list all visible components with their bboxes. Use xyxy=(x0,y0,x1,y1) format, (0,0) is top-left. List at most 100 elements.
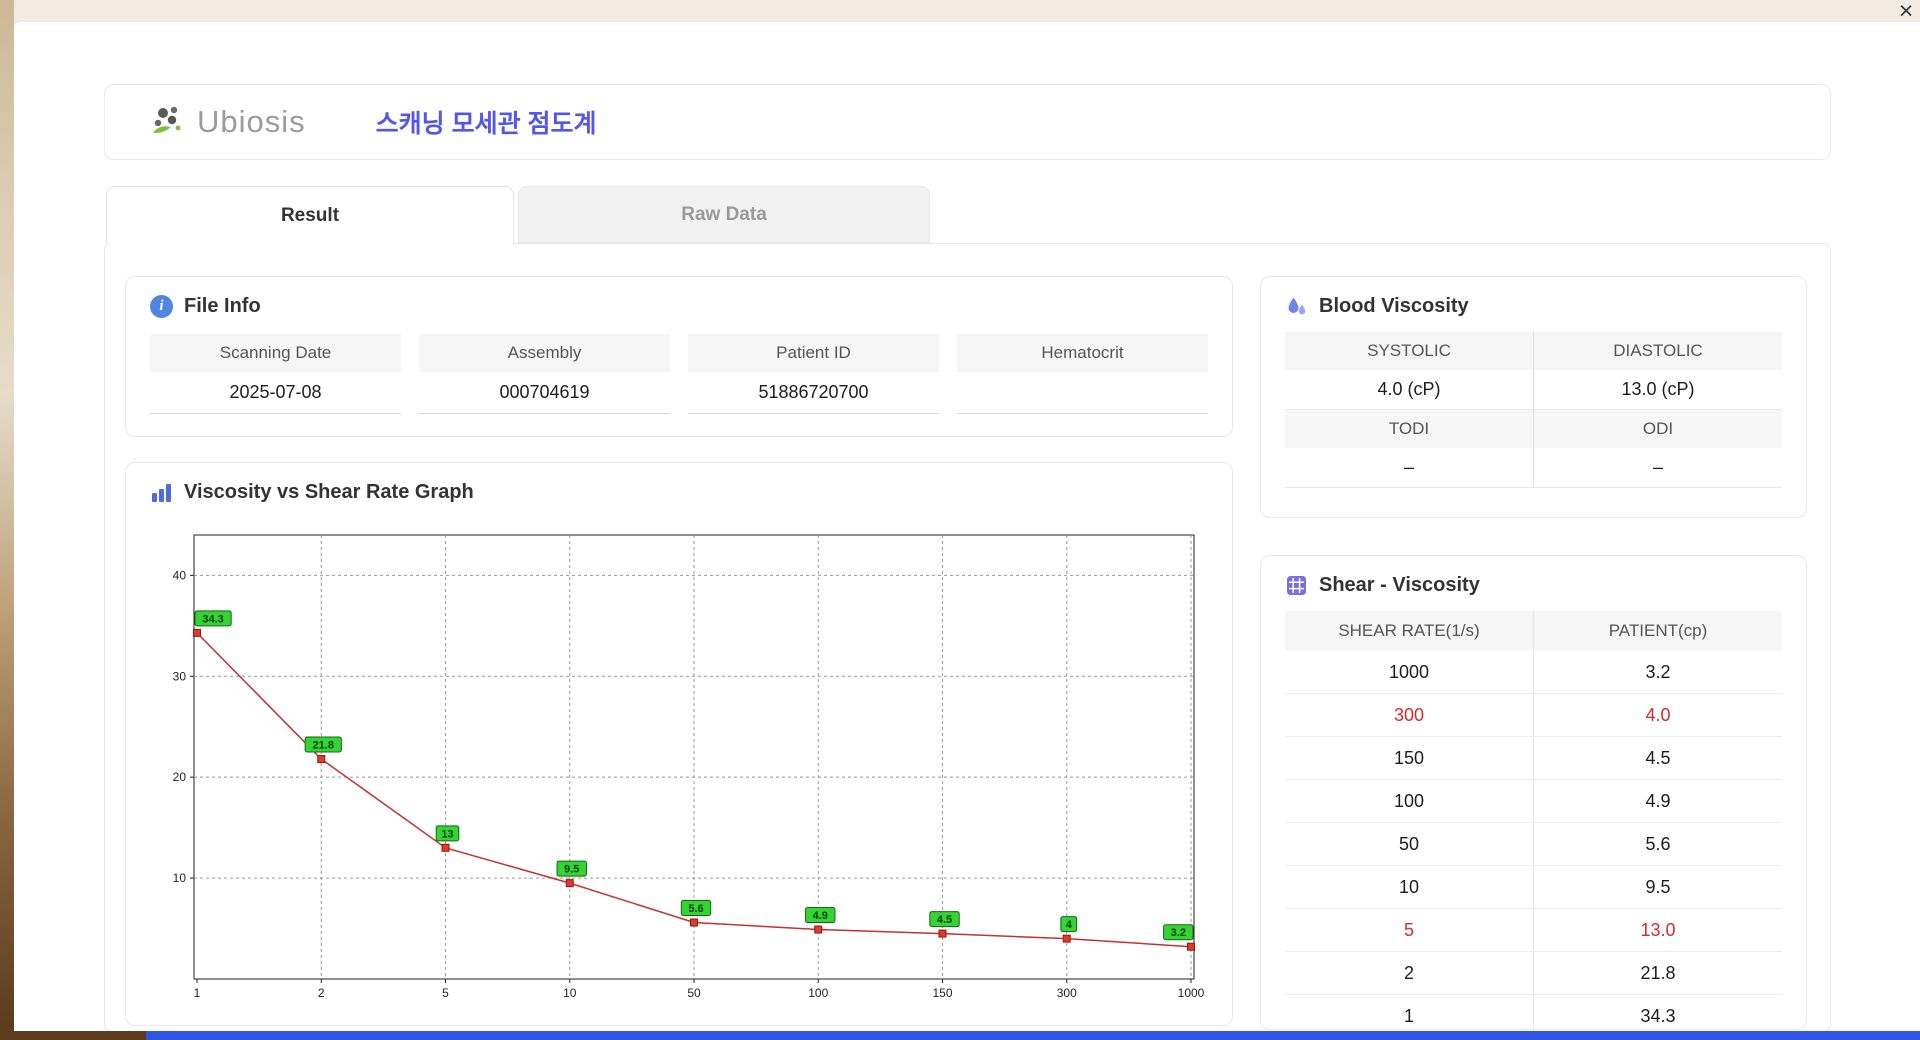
close-button[interactable]: × xyxy=(1893,0,1919,25)
field-value: 51886720700 xyxy=(688,372,939,414)
viscosity-chart: 10 20 30 40 1 2 5 10 50 100 150 300 1000 34.3 21.8 13 9.… xyxy=(173,534,1205,1000)
file-info-title-row: i File Info xyxy=(126,277,1232,318)
svg-text:3.2: 3.2 xyxy=(1171,927,1186,939)
logo-text: Ubiosis xyxy=(197,104,306,139)
bv-label: SYSTOLIC xyxy=(1285,332,1534,370)
desktop-left-strip xyxy=(0,0,14,1040)
droplet-icon xyxy=(1288,297,1306,315)
shear-row-50: 50 5.6 xyxy=(1285,823,1782,866)
patient-value: 4.9 xyxy=(1645,790,1671,811)
shear-row-150: 150 4.5 xyxy=(1285,737,1782,780)
bv-value: 13.0 (cP) xyxy=(1534,370,1782,410)
blood-viscosity-panel: Blood Viscosity SYSTOLIC DIASTOLIC 4.0 (cP… xyxy=(1260,276,1807,518)
desktop-top-strip xyxy=(0,0,1920,22)
patient-value: 5.6 xyxy=(1645,833,1671,854)
graph-title: Viscosity vs Shear Rate Graph xyxy=(184,481,474,503)
svg-text:100: 100 xyxy=(808,986,828,1000)
shear-rate-value: 300 xyxy=(1285,694,1534,736)
bv-value: – xyxy=(1285,448,1534,488)
bv-value: 4.0 (cP) xyxy=(1285,370,1534,410)
svg-text:9.5: 9.5 xyxy=(564,864,579,876)
shear-row-100: 100 4.9 xyxy=(1285,780,1782,823)
field-label: Scanning Date xyxy=(150,334,401,372)
svg-text:50: 50 xyxy=(687,986,701,1000)
shear-row-5: 5 13.0 xyxy=(1285,909,1782,952)
file-info-field-hematocrit: Hematocrit xyxy=(957,334,1208,414)
patient-value: 9.5 xyxy=(1645,876,1671,897)
shear-rate-value: 150 xyxy=(1285,737,1534,779)
bv-header-row: TODI ODI xyxy=(1285,410,1782,448)
shear-rate-value: 2 xyxy=(1285,952,1534,994)
svg-text:21.8: 21.8 xyxy=(313,740,334,752)
field-value: 2025-07-08 xyxy=(150,372,401,414)
graph-title-row: Viscosity vs Shear Rate Graph xyxy=(126,463,1232,504)
svg-text:34.3: 34.3 xyxy=(202,613,223,625)
viscosity-graph-panel: Viscosity vs Shear Rate Graph 10 20 30 40 1 2… xyxy=(125,462,1233,1026)
patient-value: 21.8 xyxy=(1640,962,1676,983)
shear-viscosity-panel: Shear - Viscosity SHEAR RATE(1/s) PATIEN… xyxy=(1260,555,1807,1038)
shear-rate-value: 5 xyxy=(1285,909,1534,951)
field-label: Hematocrit xyxy=(957,334,1208,372)
svg-text:5.6: 5.6 xyxy=(688,903,703,915)
file-info-field-patient-id: Patient ID 51886720700 xyxy=(688,334,939,414)
field-value: 000704619 xyxy=(419,372,670,414)
shear-rate-value: 100 xyxy=(1285,780,1534,822)
patient-value: 4.0 xyxy=(1645,704,1671,725)
patient-value: 13.0 xyxy=(1640,919,1676,940)
svg-text:1000: 1000 xyxy=(1178,986,1205,1000)
svg-text:4: 4 xyxy=(1066,919,1073,931)
blood-viscosity-table: SYSTOLIC DIASTOLIC 4.0 (cP) 13.0 (cP) TODI OD… xyxy=(1285,332,1782,488)
svg-text:30: 30 xyxy=(173,669,187,683)
bv-header-row: SYSTOLIC DIASTOLIC xyxy=(1285,332,1782,370)
patient-value: 3.2 xyxy=(1645,661,1671,682)
field-label: Assembly xyxy=(419,334,670,372)
ubiosis-logo: Ubiosis xyxy=(147,103,306,141)
blood-viscosity-title: Blood Viscosity xyxy=(1319,295,1469,317)
header: Ubiosis 스캐닝 모세관 점도계 xyxy=(104,84,1831,160)
tab-raw-data[interactable]: Raw Data xyxy=(518,186,930,243)
patient-column-header: PATIENT(cp) xyxy=(1534,611,1782,651)
tab-result[interactable]: Result xyxy=(106,186,514,244)
field-label: Patient ID xyxy=(688,334,939,372)
file-info-fields: Scanning Date 2025-07-08 Assembly 000704619… xyxy=(150,334,1208,414)
shear-row-300: 300 4.0 xyxy=(1285,694,1782,737)
patient-value: 4.5 xyxy=(1645,747,1671,768)
shear-viscosity-table: SHEAR RATE(1/s) PATIENT(cp) 1000 3.2 300 4.… xyxy=(1285,611,1782,1038)
svg-text:10: 10 xyxy=(563,986,577,1000)
shear-row-1000: 1000 3.2 xyxy=(1285,651,1782,694)
shear-rate-column-header: SHEAR RATE(1/s) xyxy=(1285,611,1534,651)
file-info-field-scanning-date: Scanning Date 2025-07-08 xyxy=(150,334,401,414)
shear-table-header: SHEAR RATE(1/s) PATIENT(cp) xyxy=(1285,611,1782,651)
shear-row-2: 2 21.8 xyxy=(1285,952,1782,995)
grid-table-icon xyxy=(1287,576,1306,595)
svg-text:2: 2 xyxy=(318,986,325,1000)
svg-text:4.5: 4.5 xyxy=(937,914,952,926)
svg-text:4.9: 4.9 xyxy=(813,910,828,922)
bv-label: ODI xyxy=(1534,410,1782,448)
info-icon: i xyxy=(150,295,173,318)
field-value xyxy=(957,372,1208,414)
shear-row-10: 10 9.5 xyxy=(1285,866,1782,909)
taskbar-strip xyxy=(146,1031,1920,1040)
ubiosis-logo-mark xyxy=(153,106,181,134)
chart-area: 10 20 30 40 1 2 5 10 50 100 150 300 1000 34.3 21.8 13 9.… xyxy=(154,529,1214,1012)
shear-rate-value: 10 xyxy=(1285,866,1534,908)
bv-value-row: 4.0 (cP) 13.0 (cP) xyxy=(1285,370,1782,410)
bv-label: TODI xyxy=(1285,410,1534,448)
svg-text:40: 40 xyxy=(173,568,187,582)
shear-rate-value: 50 xyxy=(1285,823,1534,865)
svg-text:150: 150 xyxy=(932,986,952,1000)
bv-value: – xyxy=(1534,448,1782,488)
bv-label: DIASTOLIC xyxy=(1534,332,1782,370)
svg-text:10: 10 xyxy=(173,871,187,885)
blood-viscosity-title-row: Blood Viscosity xyxy=(1261,277,1806,318)
bar-chart-icon xyxy=(152,484,171,502)
app-title: 스캐닝 모세관 점도계 xyxy=(375,110,597,138)
shear-rate-value: 1000 xyxy=(1285,651,1534,693)
file-info-title: File Info xyxy=(184,295,261,317)
desktop-bottom-left-strip xyxy=(0,1031,146,1040)
file-info-panel: i File Info Scanning Date 2025-07-08 Assem… xyxy=(125,276,1233,437)
svg-text:20: 20 xyxy=(173,770,187,784)
svg-text:5: 5 xyxy=(442,986,449,1000)
bv-value-row: – – xyxy=(1285,448,1782,488)
